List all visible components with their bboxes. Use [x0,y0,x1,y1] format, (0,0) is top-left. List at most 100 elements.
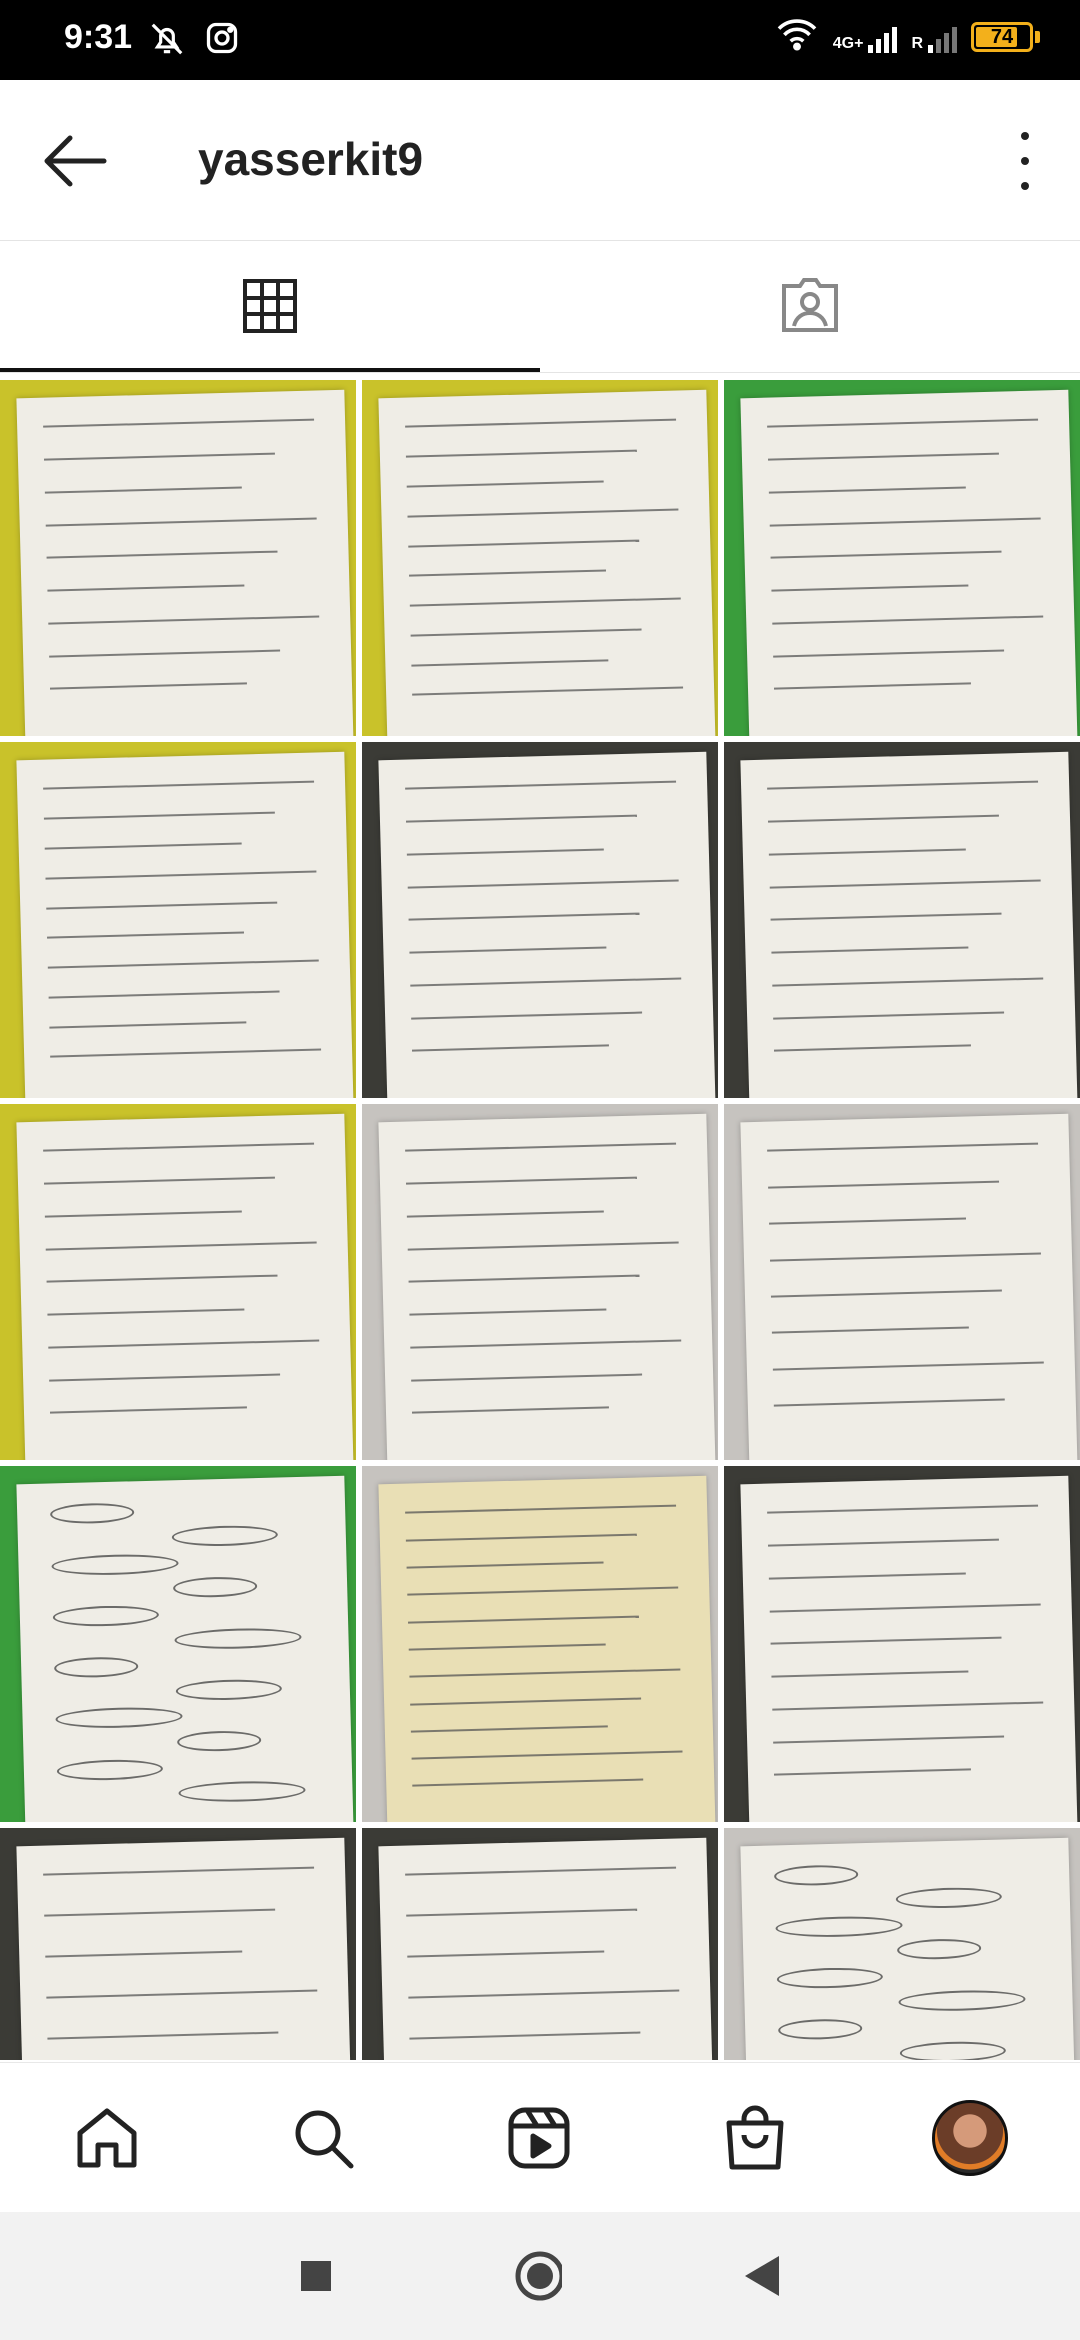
handwriting-line [772,615,1044,625]
nav-profile[interactable] [930,2098,1010,2178]
handwriting-line [770,1252,1041,1262]
handwriting-line [409,1308,608,1317]
posts-grid [0,380,1080,2060]
handwriting-line [43,419,315,429]
paper-photo [16,390,354,736]
handwriting-line [45,486,243,494]
handwritten-lines [43,419,334,736]
tab-tagged[interactable] [540,240,1080,372]
handwriting-line [405,781,677,791]
post-thumbnail[interactable] [362,1104,718,1460]
post-thumbnail[interactable] [0,1104,356,1460]
handwriting-line [408,539,640,548]
handwriting-line [406,815,638,824]
handwriting-line [409,1668,681,1679]
post-thumbnail[interactable] [0,742,356,1098]
wifi-icon [775,16,819,57]
instagram-icon [204,20,240,63]
scribble-loop [55,1706,184,1731]
post-thumbnail[interactable] [362,1828,718,2060]
post-thumbnail[interactable] [0,1828,356,2060]
handwritten-lines [43,781,334,1098]
paper-photo [16,1476,354,1822]
profile-tabs [0,240,1080,373]
post-thumbnail[interactable] [724,1104,1080,1460]
home-icon [77,2108,137,2168]
nav-home[interactable] [72,2103,142,2173]
handwritten-lines [405,419,696,736]
handwriting-line [772,977,1044,987]
handwriting-line [406,450,638,459]
handwritten-lines [405,781,696,1098]
handwriting-line [47,2032,279,2041]
grid-icon [243,279,297,333]
post-thumbnail[interactable] [724,380,1080,736]
post-thumbnail[interactable] [362,380,718,736]
handwriting-line [774,1398,1006,1408]
post-thumbnail[interactable] [0,380,356,736]
more-options-button[interactable] [1010,132,1040,190]
status-left-icons [148,20,240,63]
handwriting-line [409,2032,641,2041]
paper-photo [378,1114,716,1460]
handwriting-line [411,1725,609,1733]
scribble-loop [898,1988,1027,2013]
scribble-loop [172,1576,258,1599]
signal-sim2-icon: R [911,21,957,53]
bottom-nav [0,2062,1080,2213]
handwritten-lines [767,1505,1058,1822]
paper-photo [16,1838,354,2060]
system-back-button[interactable] [738,2252,786,2300]
post-thumbnail[interactable] [0,1466,356,1822]
roaming-label: R [911,34,923,52]
handwriting-line [771,1637,1003,1646]
nav-search[interactable] [288,2103,358,2173]
post-thumbnail[interactable] [724,742,1080,1098]
handwriting-line [772,1701,1044,1711]
profile-username: yasserkit9 [198,133,424,185]
paper-photo [740,390,1078,736]
paper-photo [378,752,716,1098]
nav-shop[interactable] [720,2103,790,2173]
square-icon [301,2261,331,2291]
handwriting-line [49,649,281,658]
post-thumbnail[interactable] [362,1466,718,1822]
handwriting-line [46,901,278,910]
paper-photo [378,390,716,736]
triangle-back-icon [745,2256,779,2296]
handwriting-line [773,1011,1005,1020]
handwriting-line [410,1697,642,1706]
handwriting-line [409,570,607,578]
handwriting-line [771,584,970,593]
handwriting-line [767,1143,1039,1153]
tab-posts-grid[interactable] [0,240,540,372]
signal-icon: 4G+ [833,21,898,53]
recents-button[interactable] [292,2252,340,2300]
handwriting-line [44,453,276,462]
profile-header: yasserkit9 [0,80,1080,241]
nav-reels[interactable] [504,2103,574,2173]
active-tab-indicator [0,368,540,372]
search-icon [295,2110,354,2169]
paper-photo [740,752,1078,1098]
handwriting-line [408,879,679,889]
more-dot [1021,182,1029,190]
post-thumbnail[interactable] [362,742,718,1098]
handwriting-line [768,1180,1000,1189]
handwriting-line [44,812,276,821]
handwriting-line [770,517,1041,527]
system-home-button[interactable] [514,2251,562,2301]
back-button[interactable] [40,130,110,192]
tagged-person-icon [782,278,838,332]
handwriting-line [49,1373,281,1382]
handwriting-line [772,1327,970,1335]
handwriting-line [412,1407,610,1415]
handwriting-line [405,1867,677,1877]
post-thumbnail[interactable] [724,1466,1080,1822]
handwriting-line [771,1670,970,1679]
scribble-loop [171,1524,279,1548]
paper-photo [16,1114,354,1460]
handwriting-line [773,1361,1044,1371]
arrow-left-icon [44,135,107,187]
post-thumbnail[interactable] [724,1828,1080,2060]
